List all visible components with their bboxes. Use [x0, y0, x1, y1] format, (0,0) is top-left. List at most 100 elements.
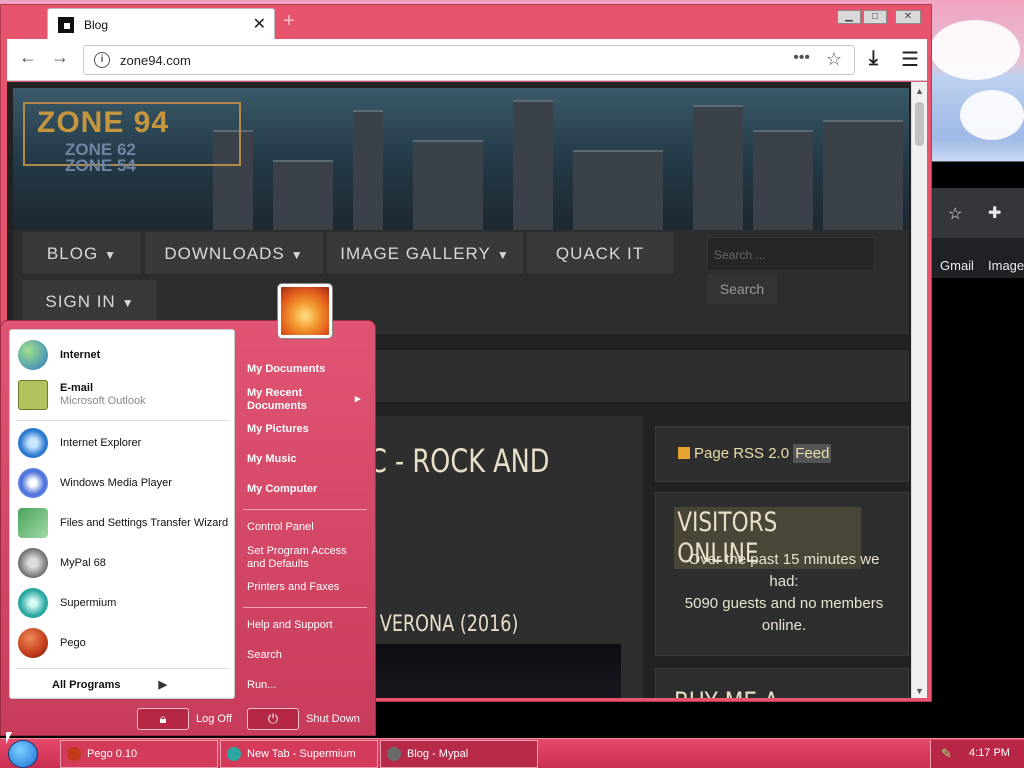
- building: [513, 100, 553, 230]
- nav-blog[interactable]: BLOG ▼: [23, 232, 141, 276]
- mouse-cursor-icon: [6, 732, 12, 744]
- nav-downloads-label: DOWNLOADS: [164, 244, 285, 263]
- start-run[interactable]: Run...: [247, 679, 276, 692]
- log-off-label[interactable]: Log Off: [196, 713, 232, 725]
- logo-line-3: ZONE 54: [65, 156, 136, 175]
- taskbar-item-pego[interactable]: Pego 0.10: [60, 740, 218, 768]
- caret-down-icon: ▼: [290, 248, 304, 262]
- taskbar-item-mypal[interactable]: Blog - Mypal: [380, 740, 538, 768]
- globe-icon: [18, 340, 48, 370]
- start-printers-faxes[interactable]: Printers and Faxes: [247, 581, 339, 594]
- taskbar-item-label: New Tab - Supermium: [247, 748, 356, 760]
- start-my-pictures[interactable]: My Pictures: [247, 423, 309, 436]
- start-set-program-access[interactable]: Set Program Access and Defaults: [247, 545, 361, 571]
- start-my-documents[interactable]: My Documents: [247, 363, 325, 376]
- taskbar-item-supermium[interactable]: New Tab - Supermium: [220, 740, 378, 768]
- start-item-sublabel: Microsoft Outlook: [60, 395, 146, 407]
- buy-me-coffee-panel: BUY ME A COFFEE: [655, 668, 909, 698]
- start-item-label: E-mail: [60, 382, 94, 394]
- background-browser-window[interactable]: ☆ ✚ Gmail Image: [932, 188, 1024, 278]
- article-subtitle: I VERONA (2016): [369, 612, 519, 637]
- clock[interactable]: 4:17 PM: [969, 747, 1010, 759]
- new-tab-button[interactable]: +: [283, 10, 295, 33]
- caret-down-icon: ▼: [104, 248, 118, 262]
- download-icon[interactable]: ⤓: [869, 47, 878, 70]
- site-logo[interactable]: ZONE 94 ZONE 62 ZONE 54: [23, 102, 241, 175]
- start-item-internet-explorer[interactable]: Internet Explorer: [18, 428, 234, 460]
- info-icon[interactable]: i: [94, 52, 110, 68]
- tab-blog[interactable]: Blog ✕: [47, 8, 275, 39]
- coffee-heading: BUY ME A COFFEE: [674, 687, 861, 698]
- start-item-label: Windows Media Player: [60, 477, 172, 489]
- url-text[interactable]: zone94.com: [120, 53, 191, 68]
- start-item-pego[interactable]: Pego: [18, 628, 234, 660]
- images-link[interactable]: Image: [988, 258, 1024, 273]
- close-window-button[interactable]: ✕: [895, 10, 921, 24]
- mypal-icon: [387, 747, 401, 761]
- divider: [243, 607, 367, 608]
- caret-down-icon: ▼: [121, 296, 135, 310]
- all-programs-button[interactable]: All Programs ▶: [52, 678, 167, 691]
- nav-sign-in[interactable]: SIGN IN ▼: [23, 280, 157, 324]
- nav-image-gallery-label: IMAGE GALLERY: [340, 244, 491, 263]
- site-search-button[interactable]: Search: [707, 274, 777, 304]
- nav-quack-it[interactable]: QUACK IT: [527, 232, 673, 276]
- start-my-music[interactable]: My Music: [247, 453, 297, 466]
- start-help-support[interactable]: Help and Support: [247, 619, 333, 632]
- site-search-input[interactable]: Search ...: [707, 237, 875, 271]
- taskbar: Pego 0.10 New Tab - Supermium Blog - Myp…: [0, 738, 1024, 768]
- start-item-label: Internet: [60, 349, 101, 361]
- gmail-link[interactable]: Gmail: [940, 258, 974, 273]
- nav-downloads[interactable]: DOWNLOADS ▼: [145, 232, 323, 276]
- start-item-label: Supermium: [60, 597, 117, 609]
- start-my-recent-documents[interactable]: My Recent Documents: [247, 387, 357, 413]
- start-item-internet[interactable]: Internet: [18, 340, 234, 372]
- page-scrollbar[interactable]: ▲ ▼: [911, 82, 927, 698]
- close-tab-icon[interactable]: ✕: [253, 14, 266, 34]
- start-item-supermium[interactable]: Supermium: [18, 588, 234, 620]
- start-control-panel[interactable]: Control Panel: [247, 521, 314, 534]
- article-title[interactable]: C - ROCK AND: [369, 442, 550, 480]
- log-off-button[interactable]: 🔒︎: [137, 708, 189, 730]
- start-button[interactable]: [8, 740, 38, 768]
- maximize-button[interactable]: □: [863, 10, 887, 24]
- start-item-email[interactable]: E-mail Microsoft Outlook: [18, 380, 234, 412]
- start-item-windows-media-player[interactable]: Windows Media Player: [18, 468, 234, 500]
- bookmark-star-icon[interactable]: ☆: [826, 49, 842, 70]
- divider: [16, 668, 228, 669]
- rss-link[interactable]: Page RSS 2.0 Feed: [678, 444, 832, 463]
- building: [353, 110, 383, 230]
- cloud: [930, 20, 1020, 80]
- start-search[interactable]: Search: [247, 649, 282, 662]
- extensions-puzzle-icon[interactable]: ✚: [988, 203, 1001, 223]
- forward-arrow-icon[interactable]: →: [51, 47, 69, 68]
- scroll-up-arrow-icon[interactable]: ▲: [915, 86, 924, 96]
- nav-image-gallery[interactable]: IMAGE GALLERY ▼: [327, 232, 523, 276]
- rss-feed-label: Feed: [793, 444, 832, 463]
- address-bar[interactable]: i zone94.com ••• ☆: [83, 45, 855, 75]
- visitors-online-panel: VISITORS ONLINE Over the past 15 minutes…: [655, 492, 909, 656]
- scrollbar-thumb[interactable]: [915, 102, 924, 146]
- padlock-icon: 🔒︎: [159, 711, 167, 726]
- start-item-mypal[interactable]: MyPal 68: [18, 548, 234, 580]
- nav-blog-label: BLOG: [46, 244, 99, 263]
- shut-down-button[interactable]: ⏻: [247, 708, 299, 730]
- divider: [16, 420, 228, 421]
- scroll-down-arrow-icon[interactable]: ▼: [915, 686, 924, 696]
- background-toolbar: [932, 188, 1024, 238]
- start-item-transfer-wizard[interactable]: Files and Settings Transfer Wizard: [18, 508, 234, 540]
- building: [273, 160, 333, 230]
- start-item-label: Pego: [60, 637, 86, 649]
- bookmark-star-icon[interactable]: ☆: [948, 204, 962, 224]
- page-actions-button[interactable]: •••: [793, 49, 810, 67]
- submenu-arrow-icon: ▸: [355, 393, 361, 405]
- start-my-computer[interactable]: My Computer: [247, 483, 317, 496]
- safely-remove-hardware-icon[interactable]: ✎: [941, 746, 952, 762]
- system-tray: ✎ 4:17 PM: [930, 740, 1024, 768]
- site-banner: ZONE 94 ZONE 62 ZONE 54: [13, 88, 909, 230]
- back-arrow-icon[interactable]: ←: [19, 47, 37, 68]
- user-avatar[interactable]: [278, 284, 332, 338]
- shut-down-label[interactable]: Shut Down: [306, 713, 360, 725]
- hamburger-menu-icon[interactable]: ☰: [901, 47, 919, 72]
- minimize-button[interactable]: ▁: [837, 10, 861, 24]
